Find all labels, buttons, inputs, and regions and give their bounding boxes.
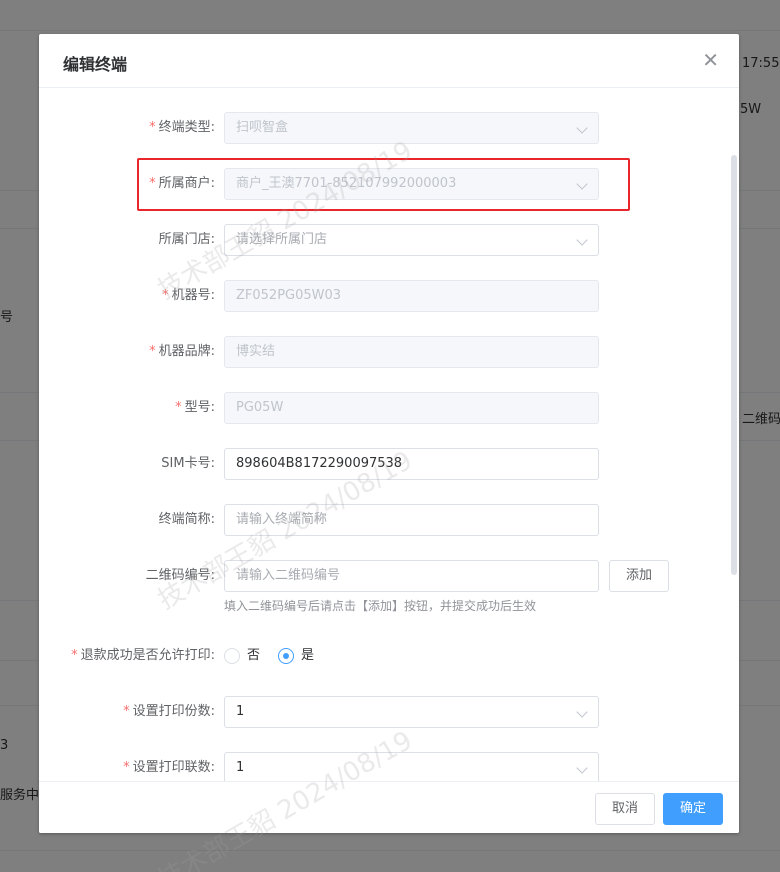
label-print-copies: * 设置打印份数: [123,704,215,719]
cancel-button[interactable]: 取消 [595,793,655,825]
label-store: 所属门店: [158,232,215,247]
label-qrcode: 二维码编号: [145,568,215,583]
radio-no-label[interactable]: 否 [247,640,260,672]
terminal-type-select[interactable]: 扫呗智盒 [224,112,599,144]
form-row-model: * 型号: PG05W [39,392,739,424]
highlight-box [137,158,630,211]
machine-no-input[interactable]: ZF052PG05W03 [224,280,599,312]
chevron-down-icon [576,122,588,134]
model-input[interactable]: PG05W [224,392,599,424]
sim-input[interactable]: 898604B8172290097538 [224,448,599,480]
chevron-down-icon [576,706,588,718]
form-row-brand: * 机器品牌: 博实结 [39,336,739,368]
dialog-header: 编辑终端 ✕ [39,34,739,88]
label-short-name: 终端简称: [158,512,215,527]
label-terminal-type: * 终端类型: [149,120,215,135]
print-copies-select[interactable]: 1 [224,696,599,728]
chevron-down-icon [576,762,588,774]
form-row-refund-print: * 退款成功是否允许打印: 否 是 [39,640,739,672]
radio-yes[interactable] [278,648,294,664]
label-brand: * 机器品牌: [149,344,215,359]
brand-input[interactable]: 博实结 [224,336,599,368]
label-machine-no: * 机器号: [162,288,215,303]
radio-no[interactable] [224,648,240,664]
label-model: * 型号: [175,400,215,415]
qrcode-hint: 填入二维码编号后请点击【添加】按钮，并提交成功后生效 [224,599,537,613]
dialog-footer: 取消 确定 [39,781,739,833]
label-sim: SIM卡号: [161,456,215,471]
form-row-print-copies: * 设置打印份数: 1 [39,696,739,728]
chevron-down-icon [576,234,588,246]
form-row-sim: SIM卡号: 898604B8172290097538 [39,448,739,480]
radio-yes-label[interactable]: 是 [301,640,314,672]
dialog-scrollbar[interactable] [731,155,737,575]
short-name-input[interactable]: 请输入终端简称 [224,504,599,536]
form-row-qrcode: 二维码编号: 请输入二维码编号 添加 [39,560,739,592]
form-row-machine-no: * 机器号: ZF052PG05W03 [39,280,739,312]
label-refund-print: * 退款成功是否允许打印: [71,648,215,663]
store-select[interactable]: 请选择所属门店 [224,224,599,256]
add-qrcode-button[interactable]: 添加 [609,560,669,592]
form-row-short-name: 终端简称: 请输入终端简称 [39,504,739,536]
dialog-title: 编辑终端 [63,55,128,74]
form-row-store: 所属门店: 请选择所属门店 [39,224,739,256]
label-print-parts: * 设置打印联数: [123,760,215,775]
confirm-button[interactable]: 确定 [663,793,723,825]
form-row-print-parts: * 设置打印联数: 1 [39,752,739,781]
edit-terminal-dialog: 编辑终端 ✕ * 终端类型: 扫呗智盒 * 所属商户: 商户_王澳7701-8521… [39,34,739,833]
qrcode-input[interactable]: 请输入二维码编号 [224,560,599,592]
print-parts-select[interactable]: 1 [224,752,599,781]
close-icon[interactable]: ✕ [702,50,719,70]
form-row-terminal-type: * 终端类型: 扫呗智盒 [39,112,739,144]
